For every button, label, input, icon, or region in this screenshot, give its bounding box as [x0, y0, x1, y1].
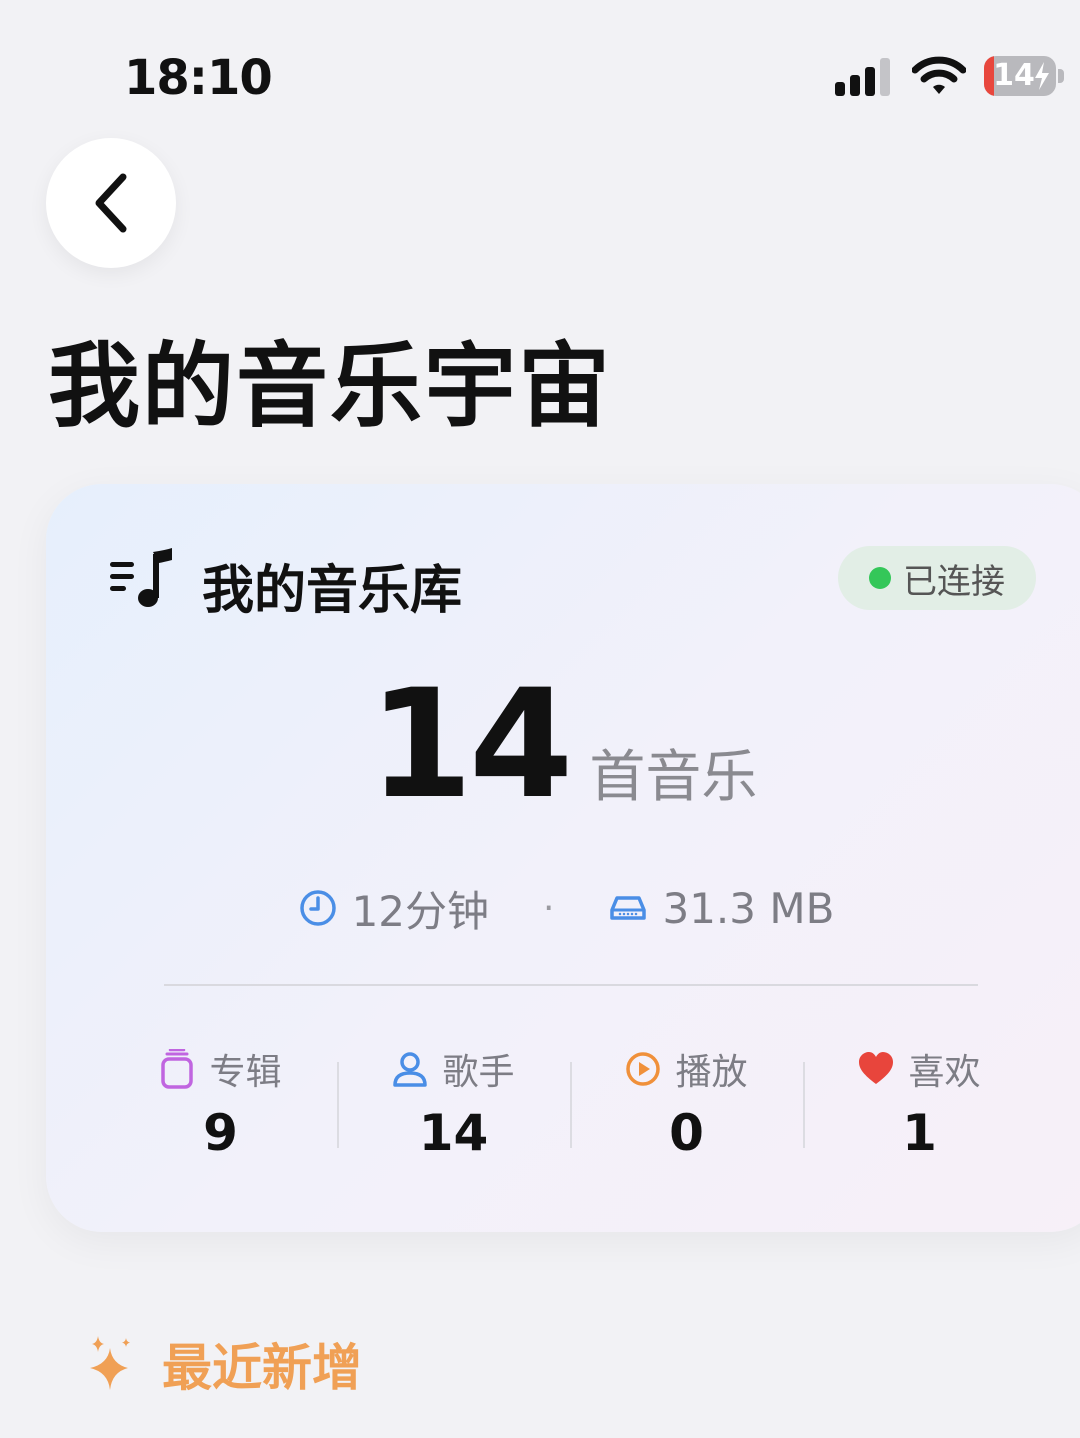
wifi-icon — [912, 56, 966, 94]
song-count-unit: 首音乐 — [589, 745, 758, 810]
charging-bolt-icon — [1035, 62, 1049, 90]
clock-icon — [299, 890, 336, 926]
status-time: 18:10 — [124, 50, 273, 106]
duration-info: 12分钟 — [298, 878, 489, 939]
song-count-row: 14 首音乐 — [46, 670, 1080, 820]
back-button[interactable] — [46, 138, 176, 268]
stat-artists[interactable]: 歌手 14 — [337, 1044, 570, 1164]
stat-label: 播放 — [675, 1052, 748, 1093]
recent-section-header: 最近新增 — [84, 1328, 362, 1400]
battery-indicator: 14 — [984, 56, 1064, 96]
stat-value: 0 — [669, 1104, 704, 1162]
album-icon — [161, 1049, 194, 1089]
stat-albums[interactable]: 专辑 9 — [104, 1044, 337, 1164]
meta-separator: · — [543, 887, 555, 929]
stat-label: 歌手 — [442, 1052, 515, 1093]
connected-dot-icon — [869, 567, 891, 589]
card-divider — [164, 984, 978, 986]
music-list-icon — [110, 548, 172, 607]
page-title: 我的音乐宇宙 — [48, 333, 613, 440]
stat-value: 1 — [902, 1104, 937, 1162]
stat-plays[interactable]: 播放 0 — [570, 1044, 803, 1164]
stat-label: 喜欢 — [908, 1052, 981, 1093]
cellular-signal-icon — [835, 58, 890, 96]
size-info: 31.3 MB — [608, 884, 834, 933]
status-bar: 18:10 14 — [0, 0, 1080, 140]
total-size: 31.3 MB — [662, 883, 835, 933]
chevron-left-icon — [95, 173, 127, 233]
stat-favorites[interactable]: 喜欢 1 — [803, 1044, 1036, 1164]
total-duration: 12分钟 — [351, 886, 490, 936]
person-icon — [393, 1052, 428, 1087]
song-count: 14 — [368, 658, 574, 832]
stat-value: 9 — [203, 1104, 238, 1162]
connection-status-badge: 已连接 — [838, 546, 1036, 610]
library-meta-row: 12分钟 · 31.3 MB — [46, 880, 1080, 936]
recent-section-title: 最近新增 — [162, 1339, 362, 1397]
sparkles-icon — [90, 1336, 130, 1390]
library-stats: 专辑 9 歌手 14 播放 0 喜欢 1 — [104, 1044, 1036, 1164]
stat-label: 专辑 — [209, 1052, 282, 1093]
connection-status-text: 已连接 — [903, 561, 1005, 602]
music-library-card[interactable]: 我的音乐库 已连接 14 首音乐 12分钟 · 31.3 MB 专辑 9 歌手 … — [46, 484, 1080, 1232]
stat-value: 14 — [418, 1104, 489, 1162]
storage-icon — [610, 896, 647, 920]
library-title: 我的音乐库 — [202, 561, 463, 621]
heart-icon — [859, 1052, 894, 1084]
play-circle-icon — [626, 1052, 661, 1086]
